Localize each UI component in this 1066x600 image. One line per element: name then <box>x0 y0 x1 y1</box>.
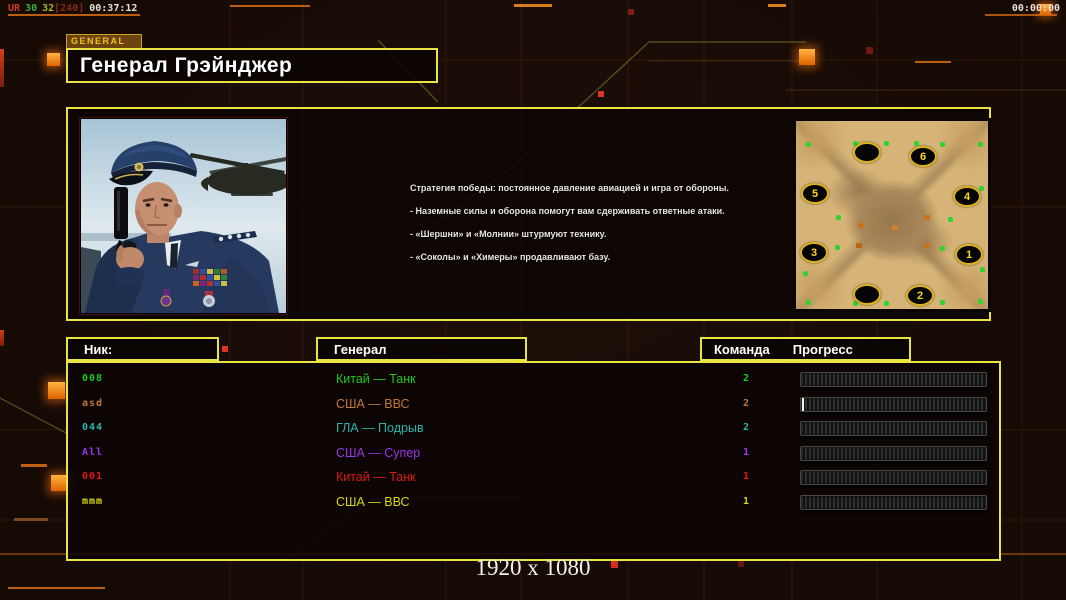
player-nick: All <box>82 446 104 458</box>
player-row: All США — Супер 1 <box>68 442 999 467</box>
general-header: Генерал <box>334 341 387 357</box>
unit-dots <box>796 121 802 126</box>
player-row: 008 Китай — Танк 2 <box>68 368 999 393</box>
player-progress-bar <box>800 445 987 461</box>
nick-header-box: Ник: <box>66 337 219 361</box>
decor-orange-square <box>799 49 815 65</box>
player-nick: 044 <box>82 422 104 433</box>
briefing-line: - «Шершни» и «Молнии» штурмуют технику. <box>410 229 607 239</box>
player-progress-bar <box>800 470 987 485</box>
briefing-line: Стратегия победы: постоянное давление ав… <box>410 183 729 193</box>
player-nick: mmm <box>82 495 104 507</box>
stat-segment: UR <box>8 3 21 14</box>
player-team: 1 <box>742 495 750 507</box>
progress-tick <box>802 397 804 411</box>
player-progress-bar <box>800 421 987 436</box>
network-stats: UR 30 32[240] 00:37:12 <box>8 3 142 14</box>
decor-orange-square <box>51 475 67 491</box>
stat-segment: 30 <box>25 3 38 14</box>
spawn-marker <box>853 142 881 163</box>
decor-red-square <box>598 91 604 97</box>
game-clock: 00:00:00 <box>1011 3 1060 14</box>
team-header: Команда <box>714 341 770 357</box>
map-preview: 6 5 4 3 1 2 <box>793 118 991 312</box>
spawn-marker: 3 <box>800 242 828 263</box>
spawn-marker: 6 <box>909 146 937 167</box>
team-progress-header-box: Команда Прогресс <box>700 337 911 361</box>
player-general: ГЛА — Подрыв <box>336 421 424 435</box>
decor-edge-tick <box>0 49 4 87</box>
player-team: 2 <box>742 373 750 384</box>
decor-dash <box>8 587 105 589</box>
status-bar: UR 30 32[240] 00:37:12 00:00:00 <box>0 0 1066 20</box>
stat-segment: [240] <box>54 3 85 14</box>
player-progress-bar <box>800 396 987 412</box>
decor-orange-square <box>47 53 60 66</box>
spawn-marker: 1 <box>955 244 983 265</box>
resolution-label: 1920 x 1080 <box>475 555 591 580</box>
player-row: 044 ГЛА — Подрыв 2 <box>68 417 999 442</box>
progress-header: Прогресс <box>792 341 853 357</box>
spawn-marker: 5 <box>801 183 829 204</box>
general-portrait <box>79 117 288 315</box>
player-row: 001 Китай — Танк 1 <box>68 466 999 491</box>
loading-screen: UR 30 32[240] 00:37:12 00:00:00 GENERAL Ген… <box>0 0 1066 600</box>
decor-dash <box>14 518 48 521</box>
spawn-marker: 4 <box>953 186 981 207</box>
player-general: Китай — Танк <box>336 372 416 386</box>
player-general: Китай — Танк <box>336 470 416 484</box>
player-team: 2 <box>742 422 750 433</box>
player-row: asd США — ВВС 2 <box>68 393 999 418</box>
decor-red-square <box>866 47 873 54</box>
decor-edge-tick <box>0 330 4 346</box>
briefing-line: - «Соколы» и «Химеры» продавливают базу. <box>410 252 611 262</box>
decor-red-square <box>222 346 228 352</box>
screen-title-box: Генерал Грэйнджер <box>66 48 438 83</box>
player-progress-bar <box>800 494 987 510</box>
player-nick: 001 <box>82 471 104 482</box>
decor-dash <box>915 61 951 63</box>
medal-ribbons <box>193 269 227 286</box>
player-general: США — Супер <box>336 445 421 460</box>
stat-segment: 00:37:12 <box>89 3 138 14</box>
player-general: США — ВВС <box>336 494 410 509</box>
stat-segment: 32 <box>42 3 55 14</box>
general-header-box: Генерал <box>316 337 527 361</box>
briefing-panel: Стратегия победы: постоянное давление ав… <box>66 107 991 321</box>
player-row: mmm США — ВВС 1 <box>68 491 999 516</box>
spawn-marker: 2 <box>906 285 934 306</box>
player-team: 2 <box>742 397 750 409</box>
spawn-marker <box>853 284 881 305</box>
decor-dash <box>21 464 47 467</box>
player-team: 1 <box>742 471 750 482</box>
nick-header: Ник: <box>84 341 113 357</box>
player-team: 1 <box>742 446 750 458</box>
briefing-line: - Наземные силы и оборона помогут вам сд… <box>410 206 725 216</box>
player-progress-bar <box>800 372 987 387</box>
player-general: США — ВВС <box>336 396 410 411</box>
decor-orange-square <box>48 382 65 399</box>
player-nick: asd <box>82 397 104 409</box>
screen-title: Генерал Грэйнджер <box>80 53 293 77</box>
briefing-text: Стратегия победы: постоянное давление ав… <box>410 183 745 275</box>
general-portrait-art <box>81 119 286 313</box>
general-tag-label: GENERAL <box>66 34 142 49</box>
player-nick: 008 <box>82 373 104 384</box>
player-roster-panel: 008 Китай — Танк 2 asd США — ВВС 2 044 Г… <box>66 361 1001 561</box>
